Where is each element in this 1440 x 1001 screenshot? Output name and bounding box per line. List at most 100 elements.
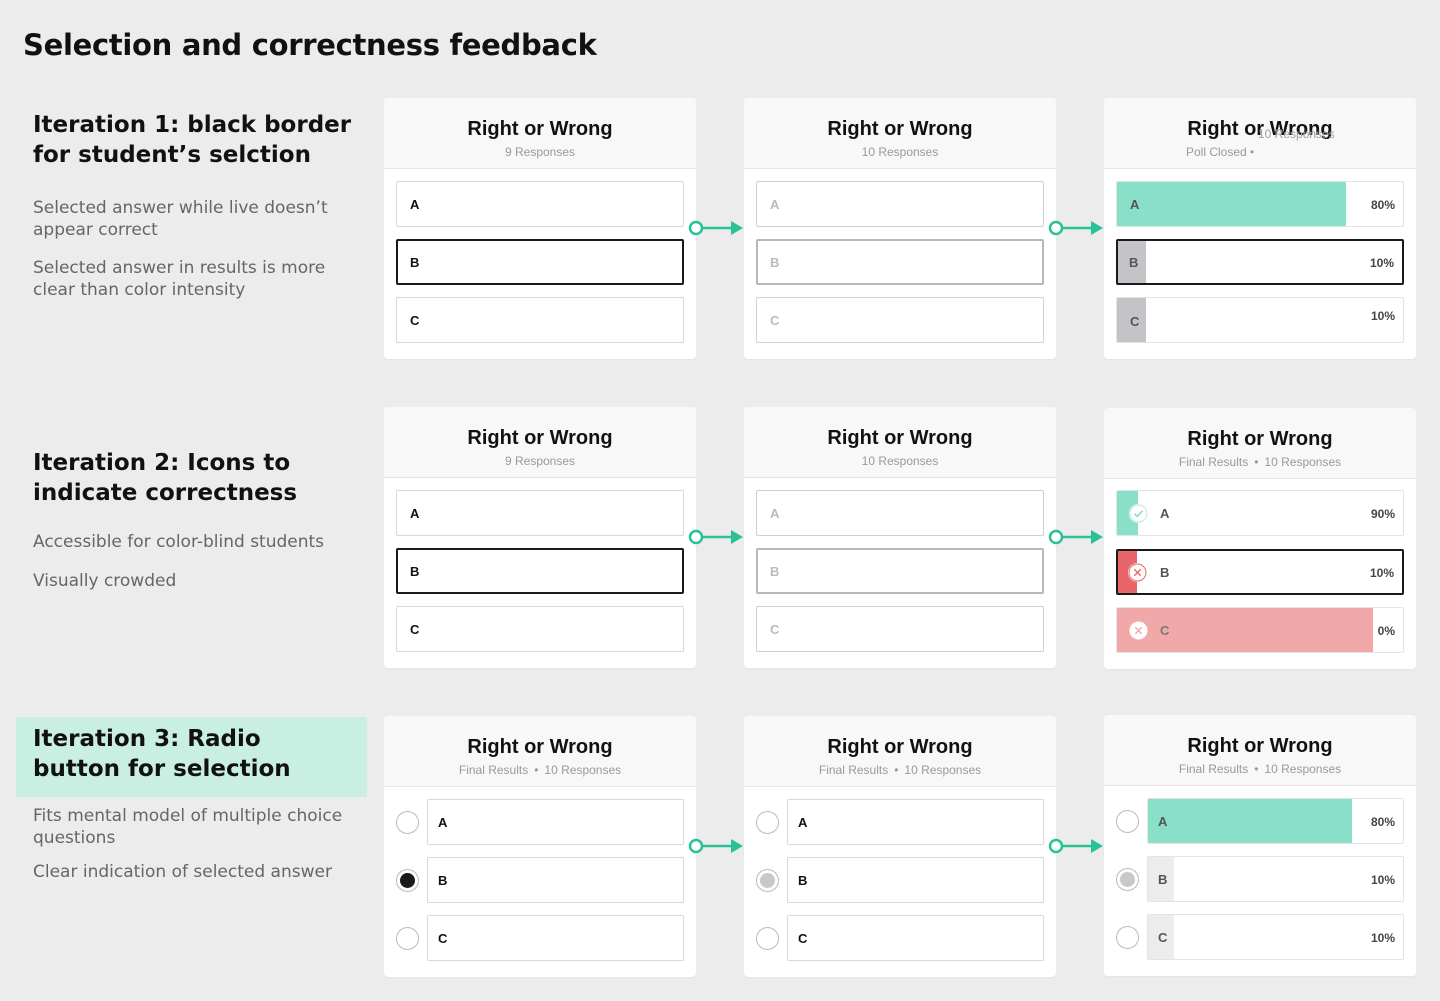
option-label: A — [438, 815, 448, 830]
radio-button-c — [756, 927, 779, 950]
result-percent: 10% — [1370, 873, 1395, 887]
poll-card-r3-closed: Right or Wrong Final Results • 10 Response… — [744, 716, 1056, 977]
poll-card-r2-closed: Right or Wrong 10 Responses A B C — [744, 407, 1056, 668]
radio-button-c[interactable] — [396, 927, 419, 950]
option-a[interactable]: A — [396, 490, 684, 536]
card-subtitle: Final Results • 10 Responses — [1104, 455, 1416, 469]
separator-dot: • — [1254, 762, 1259, 776]
card-header: Right or Wrong 10 Responses — [744, 98, 1056, 169]
result-c: C 10% — [1147, 914, 1404, 960]
responses-count: 10 Responses — [1264, 455, 1342, 469]
option-label: A — [798, 815, 808, 830]
arrow-right-icon — [688, 220, 743, 236]
card-subtitle: Poll Closed • — [1186, 145, 1255, 159]
arrow-right-icon — [688, 838, 743, 854]
option-label: C — [438, 931, 448, 946]
radio-button-b-selected[interactable] — [396, 869, 419, 892]
result-percent: 10% — [1369, 256, 1394, 270]
result-percent: 90% — [1370, 507, 1395, 521]
option-c[interactable]: C — [396, 606, 684, 652]
option-label: A — [410, 197, 420, 212]
result-bar — [1117, 182, 1346, 226]
result-percent: 80% — [1370, 815, 1395, 829]
result-a-correct: A 90% — [1116, 490, 1404, 536]
option-b[interactable]: B — [427, 857, 684, 903]
result-b-selected: B 10% — [1116, 239, 1404, 285]
option-a[interactable]: A — [396, 181, 684, 227]
option-label: C — [1158, 930, 1168, 945]
x-circle-icon — [1128, 563, 1147, 582]
option-b-selected[interactable]: B — [396, 239, 684, 285]
poll-card-r3-live: Right or Wrong Final Results • 10 Response… — [384, 716, 696, 977]
separator-dot: • — [1254, 455, 1259, 469]
check-circle-icon — [1129, 504, 1148, 523]
card-title: Right or Wrong — [827, 427, 973, 449]
poll-card-r3-results: Right or Wrong Final Results • 10 Response… — [1104, 715, 1416, 976]
option-label: B — [410, 564, 420, 579]
iteration-1-note-2: Selected answer in results is more clear… — [33, 258, 326, 300]
result-percent: 10% — [1369, 566, 1394, 580]
option-label: B — [770, 564, 780, 579]
card-title: Right or Wrong — [1187, 428, 1333, 450]
responses-count: 10 Responses — [1264, 762, 1342, 776]
option-a: A — [787, 799, 1044, 845]
poll-card-r2-results: Right or Wrong Final Results • 10 Response… — [1104, 408, 1416, 669]
option-label: C — [1130, 314, 1140, 329]
iteration-3-heading: Iteration 3: Radio button for selection — [33, 726, 291, 782]
result-percent: 10% — [1370, 931, 1395, 945]
option-b-selected[interactable]: B — [396, 548, 684, 594]
option-label: C — [798, 931, 808, 946]
option-b-selected: B — [756, 239, 1044, 285]
option-a[interactable]: A — [427, 799, 684, 845]
card-subtitle: Final Results • 10 Responses — [744, 763, 1056, 777]
option-label: C — [410, 622, 420, 637]
card-subtitle: 9 Responses — [504, 454, 576, 468]
iteration-2-note-1: Accessible for color-blind students — [33, 532, 325, 552]
result-a: A 80% — [1147, 798, 1404, 844]
arrow-right-icon — [1048, 220, 1103, 236]
option-c: C — [787, 915, 1044, 961]
card-title: Right or Wrong — [467, 118, 613, 140]
result-bar — [1117, 608, 1373, 652]
option-label: B — [438, 873, 448, 888]
responses-count: 10 Responses — [544, 763, 622, 777]
radio-button-a[interactable] — [396, 811, 419, 834]
iteration-3-note-1: Fits mental model of multiple choice que… — [33, 806, 343, 848]
iteration-2-heading: Iteration 2: Icons to indicate correctne… — [33, 450, 298, 506]
iteration-1-heading: Iteration 1: black border for student’s … — [33, 112, 352, 168]
card-subtitle: Final Results • 10 Responses — [384, 763, 696, 777]
option-b-selected: B — [756, 548, 1044, 594]
final-results-label: Final Results — [818, 763, 889, 777]
option-label: B — [1160, 565, 1170, 580]
option-c[interactable]: C — [396, 297, 684, 343]
option-label: C — [770, 622, 780, 637]
iteration-2-note-2: Visually crowded — [33, 571, 177, 591]
option-label: B — [1129, 255, 1139, 270]
card-header: Right or Wrong 9 Responses — [384, 98, 696, 169]
card-header: Right or Wrong Poll Closed • 10 Response… — [1104, 98, 1416, 169]
radio-button-b-selected — [756, 869, 779, 892]
card-subtitle-overlap: 10 Responses — [1258, 127, 1335, 141]
option-label: A — [410, 506, 420, 521]
result-b: B 10% — [1147, 856, 1404, 902]
option-label: A — [1130, 197, 1140, 212]
radio-button-a — [756, 811, 779, 834]
card-header: Right or Wrong Final Results • 10 Response… — [384, 716, 696, 787]
card-header: Right or Wrong Final Results • 10 Response… — [1104, 408, 1416, 479]
page-title: Selection and correctness feedback — [23, 28, 597, 62]
responses-count: 10 Responses — [904, 763, 982, 777]
result-a: A 80% — [1116, 181, 1404, 227]
result-bar — [1148, 799, 1352, 843]
option-label: C — [770, 313, 780, 328]
option-label: C — [1160, 623, 1170, 638]
iteration-1-text: Iteration 1: black border for student’s … — [33, 110, 353, 301]
option-label: B — [1158, 872, 1168, 887]
option-c[interactable]: C — [427, 915, 684, 961]
option-a: A — [756, 490, 1044, 536]
option-label: B — [770, 255, 780, 270]
option-label: C — [410, 313, 420, 328]
card-title: Right or Wrong — [467, 736, 613, 758]
poll-card-r1-live: Right or Wrong 9 Responses A B C — [384, 98, 696, 359]
card-header: Right or Wrong Final Results • 10 Response… — [1104, 715, 1416, 786]
card-title: Right or Wrong — [827, 118, 973, 140]
